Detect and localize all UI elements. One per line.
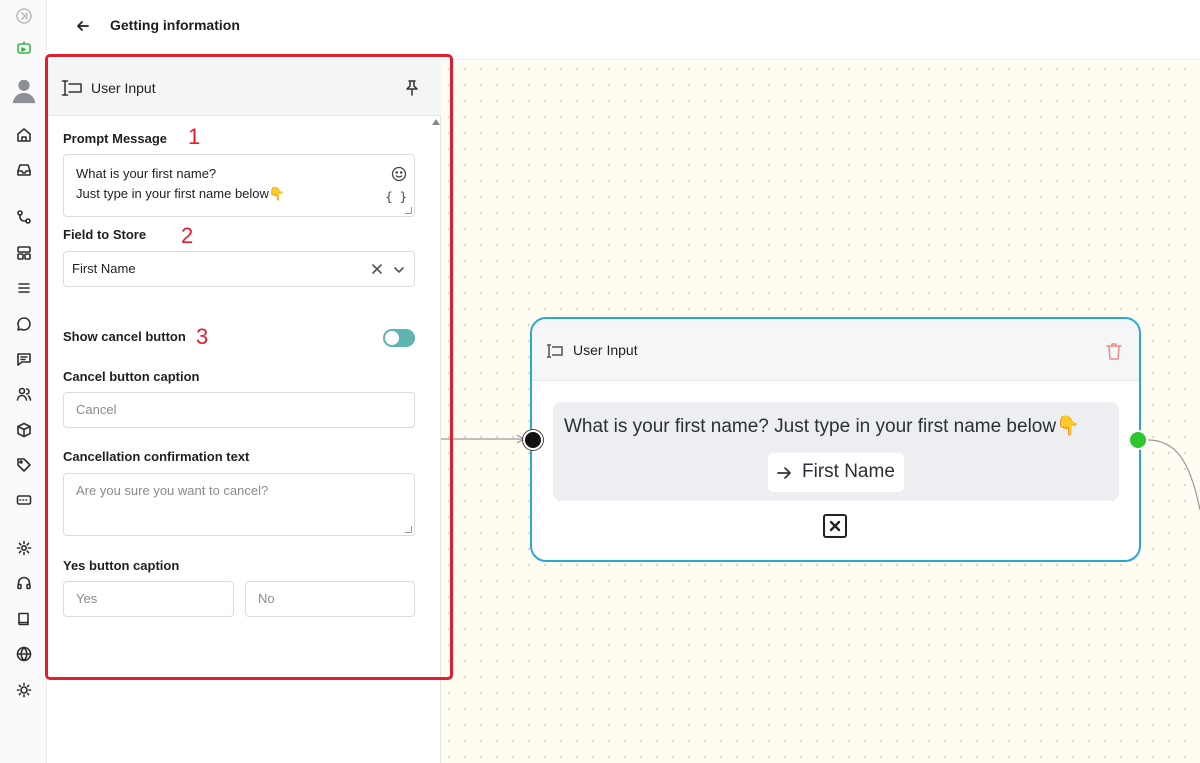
no-caption-input[interactable]: No [245, 581, 415, 617]
panel-header: User Input [48, 61, 441, 116]
field-chip: First Name [768, 453, 904, 492]
chat-icon[interactable] [12, 312, 36, 336]
toggle-knob [385, 331, 399, 345]
chevron-down-icon[interactable] [393, 263, 405, 275]
inbox-icon[interactable] [12, 158, 36, 182]
user-input-node[interactable]: User Input What is your first name? Just… [530, 317, 1141, 562]
layout-icon[interactable] [12, 241, 36, 265]
flow-icon[interactable] [12, 205, 36, 229]
back-arrow-icon[interactable] [72, 15, 94, 37]
list-icon[interactable] [12, 276, 36, 300]
field-chip-label: First Name [802, 461, 895, 482]
text-input-icon [60, 79, 84, 97]
globe-icon[interactable] [12, 642, 36, 666]
node-header: User Input [532, 319, 1139, 381]
emoji-icon[interactable] [391, 166, 407, 182]
variable-braces-icon[interactable]: { } [385, 190, 407, 204]
home-icon[interactable] [12, 123, 36, 147]
show-cancel-toggle[interactable] [383, 329, 415, 347]
resize-handle[interactable] [405, 207, 412, 214]
headset-icon[interactable] [12, 571, 36, 595]
cancel-x-icon[interactable] [823, 514, 847, 538]
bot-icon[interactable] [12, 36, 36, 60]
input-port[interactable] [523, 430, 543, 450]
yes-caption-input[interactable]: Yes [63, 581, 234, 617]
cancel-confirm-placeholder: Are you sure you want to cancel? [76, 483, 269, 498]
annotation-number-2: 2 [181, 223, 194, 248]
sun-icon[interactable] [12, 678, 36, 702]
message-preview-text: What is your first name? Just type in yo… [564, 416, 1080, 437]
book-icon[interactable] [12, 607, 36, 631]
box-icon[interactable] [12, 418, 36, 442]
cancel-caption-placeholder: Cancel [76, 402, 117, 417]
top-header: Getting information [48, 0, 1200, 60]
keyboard-icon[interactable] [12, 488, 36, 512]
show-cancel-label: Show cancel button [63, 329, 186, 344]
annotation-number-1: 1 [188, 124, 201, 149]
text-input-icon [544, 343, 566, 359]
cancel-confirm-label: Cancellation confirmation text [63, 449, 250, 464]
prompt-message-textarea[interactable]: What is your first name? Just type in yo… [63, 154, 415, 217]
node-title: User Input [573, 342, 638, 358]
panel-title: User Input [91, 80, 156, 96]
resize-handle[interactable] [405, 526, 412, 533]
collapse-icon[interactable] [12, 4, 36, 28]
field-to-store-value: First Name [72, 261, 136, 276]
clear-x-icon[interactable] [370, 262, 384, 276]
user-input-panel: User Input Prompt Message 1 What is your… [48, 61, 441, 763]
settings-icon[interactable] [12, 536, 36, 560]
cancel-caption-label: Cancel button caption [63, 369, 200, 384]
field-to-store-label: Field to Store [63, 227, 147, 242]
field-to-store-select[interactable]: First Name [63, 251, 415, 287]
scroll-up-arrow[interactable] [432, 119, 440, 125]
trash-icon[interactable] [1105, 341, 1123, 361]
output-port[interactable] [1128, 430, 1148, 450]
cancel-confirm-textarea[interactable]: Are you sure you want to cancel? [63, 473, 415, 536]
arrow-right-icon [776, 465, 792, 481]
annotation-number-3: 3 [196, 324, 209, 349]
users-icon[interactable] [12, 382, 36, 406]
no-caption-placeholder: No [258, 591, 275, 606]
yes-caption-label: Yes button caption [63, 558, 180, 573]
yes-caption-placeholder: Yes [76, 591, 98, 606]
left-nav-rail [0, 0, 47, 763]
avatar[interactable] [8, 74, 40, 106]
cancel-caption-input[interactable]: Cancel [63, 392, 415, 428]
prompt-message-label: Prompt Message [63, 131, 168, 146]
pin-icon[interactable] [403, 79, 421, 97]
prompt-message-text: What is your first name? Just type in yo… [76, 166, 286, 201]
page-title: Getting information [110, 17, 240, 33]
message-icon[interactable] [12, 347, 36, 371]
message-preview: What is your first name? Just type in yo… [553, 402, 1119, 501]
tag-icon[interactable] [12, 453, 36, 477]
